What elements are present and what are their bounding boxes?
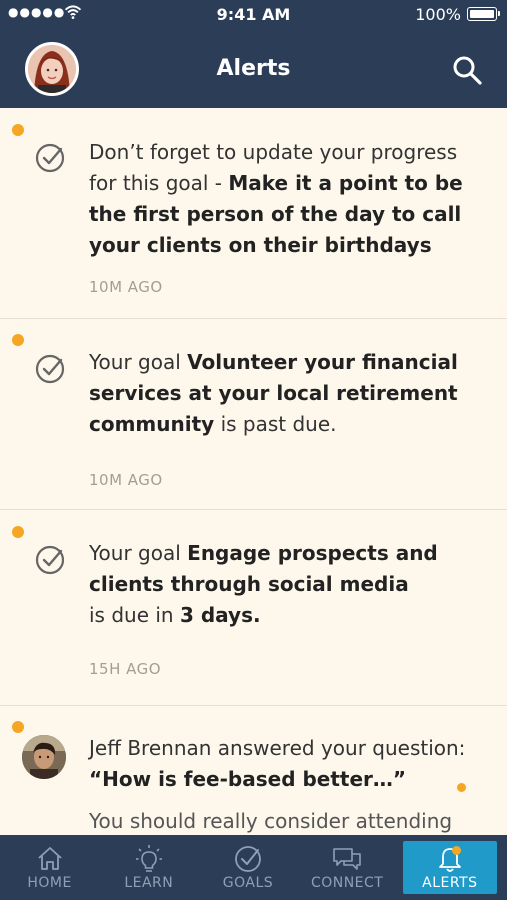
alerts-feed[interactable]: Don’t forget to update your progress for… (0, 108, 507, 835)
alert-message: Jeff Brennan answered your question: “Ho… (89, 733, 485, 835)
lightbulb-icon (135, 845, 162, 872)
unread-dot (457, 783, 466, 792)
tab-home[interactable]: HOME (0, 835, 99, 900)
unread-dot (12, 124, 24, 136)
chat-icon (333, 848, 361, 870)
bottom-tab-bar: HOME LEARN GOALS CONNECT ALERTS (0, 835, 507, 900)
alert-time: 15H AGO (89, 660, 162, 678)
alert-text: is past due. (214, 412, 337, 436)
question-quote: “How is fee-based better…” (89, 767, 407, 791)
tab-learn[interactable]: LEARN (99, 835, 198, 900)
tab-connect[interactable]: CONNECT (298, 835, 397, 900)
tab-label: HOME (27, 875, 72, 891)
alert-message: Don’t forget to update your progress for… (89, 137, 485, 261)
alert-text: is due in (89, 603, 180, 627)
user-avatar[interactable] (22, 735, 66, 779)
search-icon[interactable] (451, 54, 483, 86)
tab-goals[interactable]: GOALS (198, 835, 297, 900)
check-circle-icon (235, 846, 261, 872)
unread-dot (12, 334, 24, 346)
check-circle-icon (35, 143, 65, 173)
alert-message: Your goal Volunteer your financial servi… (89, 347, 485, 440)
alert-text: Jeff Brennan answered your question: (89, 736, 466, 760)
alert-text: Your goal (89, 350, 188, 374)
notification-badge (451, 846, 461, 855)
alert-text: Your goal (89, 541, 188, 565)
due-days: 3 days. (179, 603, 261, 627)
alert-time: 10M AGO (89, 278, 163, 296)
alert-item[interactable]: Don’t forget to update your progress for… (0, 108, 507, 319)
app-header: ●●●●● 9:41 AM 100% Alerts (0, 0, 507, 108)
alert-item[interactable]: Jeff Brennan answered your question: “Ho… (0, 706, 507, 835)
home-icon (37, 847, 62, 870)
unread-dot (12, 526, 24, 538)
alert-message: Your goal Engage prospects and clients t… (89, 538, 485, 631)
alert-item[interactable]: Your goal Engage prospects and clients t… (0, 510, 507, 706)
page-title: Alerts (216, 56, 291, 81)
unread-dot (12, 721, 24, 733)
answer-preview: You should really consider attending (89, 809, 453, 833)
tab-label: CONNECT (310, 875, 384, 891)
tab-alerts[interactable]: ALERTS (402, 841, 497, 894)
alert-item[interactable]: Your goal Volunteer your financial servi… (0, 319, 507, 510)
battery-icon (467, 7, 500, 21)
check-circle-icon (35, 545, 65, 575)
status-bar: ●●●●● 9:41 AM 100% (0, 0, 507, 30)
tab-label: ALERTS (422, 875, 478, 891)
tab-label: GOALS (222, 875, 274, 891)
tab-label: LEARN (124, 875, 174, 891)
check-circle-icon (35, 354, 65, 384)
battery-percent: 100% (415, 5, 461, 24)
alert-time: 10M AGO (89, 471, 163, 489)
